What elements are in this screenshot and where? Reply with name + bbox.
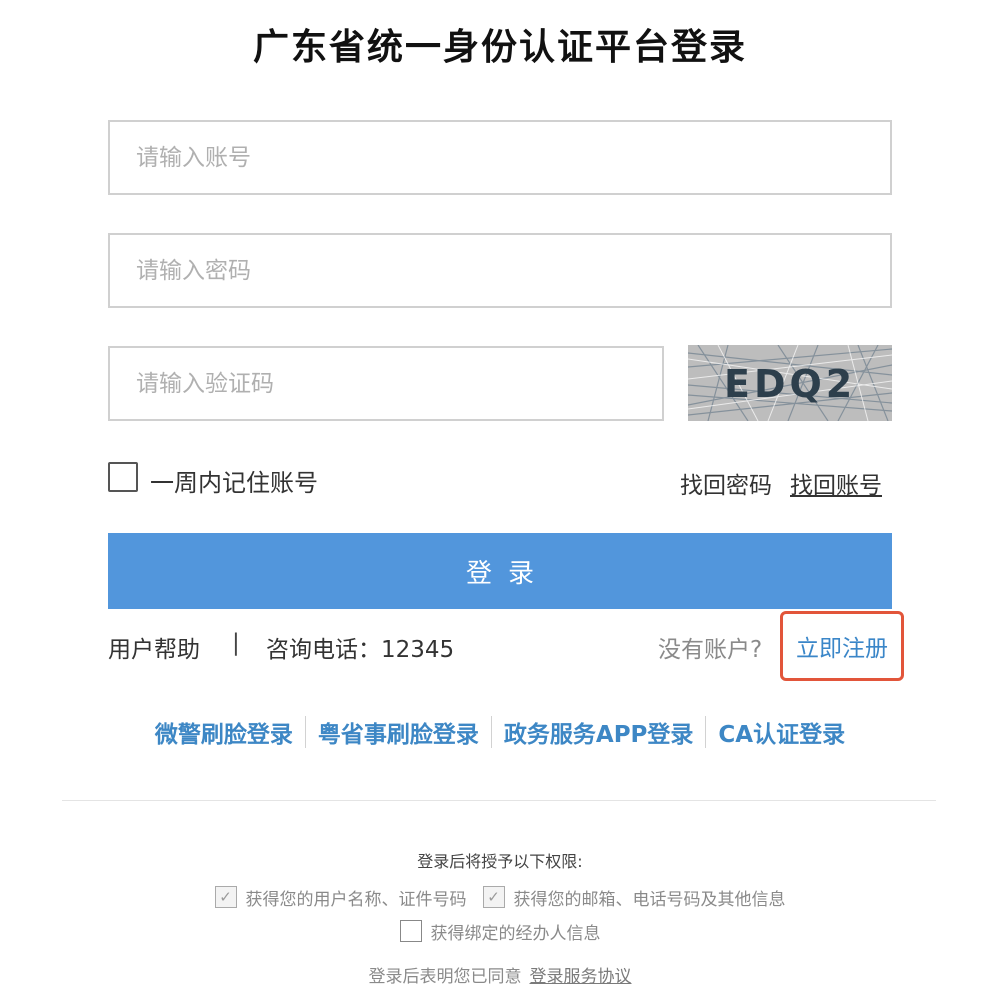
captcha-noise: EDQ2 <box>688 345 892 421</box>
section-divider <box>62 800 936 801</box>
service-agreement-link[interactable]: 登录服务协议 <box>530 967 632 987</box>
permission-label-identity: 获得您的用户名称、证件号码 <box>245 889 467 910</box>
agreement-text: 登录后表明您已同意 <box>368 967 522 987</box>
alt-login-row: 微警刷脸登录 粤省事刷脸登录 政务服务APP登录 CA认证登录 <box>0 712 1000 752</box>
remember-label: 一周内记住账号 <box>150 469 318 497</box>
find-password-link[interactable]: 找回密码 <box>680 466 772 500</box>
permission-checkbox-agent[interactable] <box>399 920 422 942</box>
permissions-row-2: 获得绑定的经办人信息 <box>0 918 1000 944</box>
alt-login-gov-app[interactable]: 政务服务APP登录 <box>492 715 706 749</box>
find-account-link[interactable]: 找回账号 <box>790 466 882 500</box>
no-account-text: 没有账户? <box>658 637 763 663</box>
captcha-input[interactable] <box>108 346 664 421</box>
help-separator: | <box>232 630 240 656</box>
register-link[interactable]: 立即注册 <box>780 611 904 681</box>
account-input[interactable] <box>108 120 892 195</box>
permission-checkbox-contact: ✓ <box>482 886 505 908</box>
login-button[interactable]: 登录 <box>108 533 892 609</box>
permission-checkbox-identity: ✓ <box>214 886 237 908</box>
permissions-row-1: ✓ 获得您的用户名称、证件号码 ✓ 获得您的邮箱、电话号码及其他信息 <box>0 884 1000 910</box>
agreement-line: 登录后表明您已同意 登录服务协议 <box>0 962 1000 987</box>
alt-login-yueshengshi-face[interactable]: 粤省事刷脸登录 <box>306 715 491 749</box>
captcha-image[interactable]: EDQ2 <box>688 345 892 421</box>
permissions-title: 登录后将授予以下权限: <box>417 852 583 871</box>
permission-label-contact: 获得您的邮箱、电话号码及其他信息 <box>513 889 786 910</box>
page-title: 广东省统一身份认证平台登录 <box>252 27 747 68</box>
alt-login-ca[interactable]: CA认证登录 <box>706 715 857 749</box>
consult-phone: 咨询电话：12345 <box>266 637 455 663</box>
captcha-text: EDQ2 <box>724 362 856 406</box>
alt-login-police-face[interactable]: 微警刷脸登录 <box>143 715 305 749</box>
password-input[interactable] <box>108 233 892 308</box>
permission-label-agent: 获得绑定的经办人信息 <box>430 923 601 944</box>
remember-checkbox[interactable] <box>108 462 138 492</box>
user-help-link[interactable]: 用户帮助 <box>108 630 200 664</box>
